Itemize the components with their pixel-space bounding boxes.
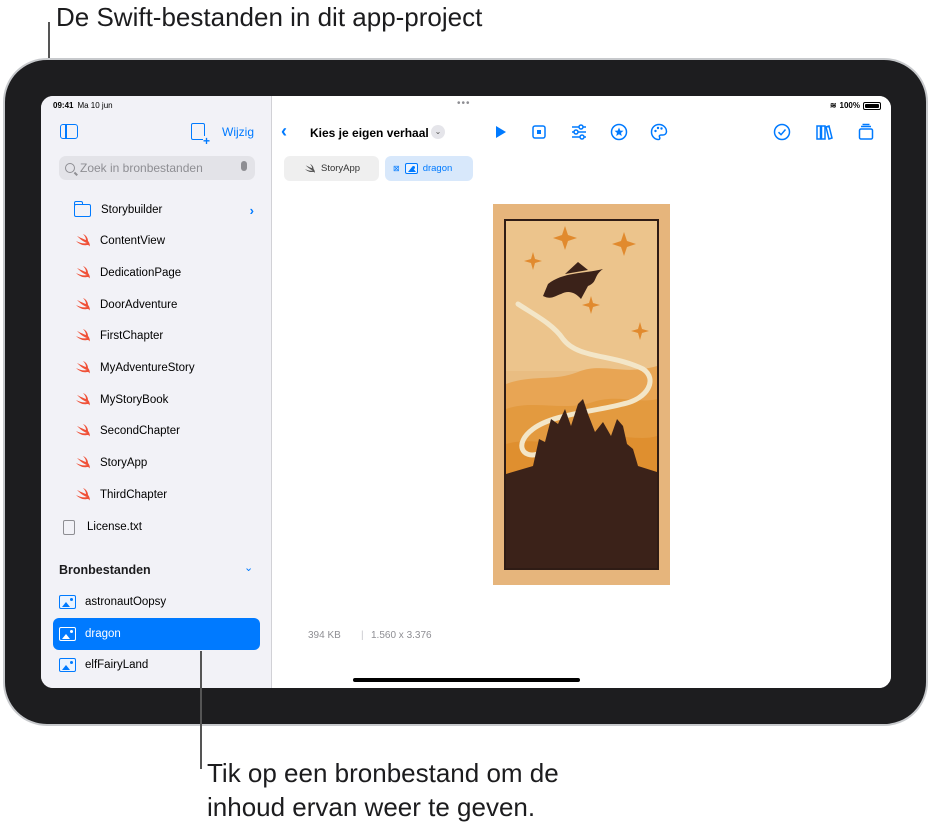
swift-file-label: FirstChapter — [100, 330, 164, 342]
resource-label: dragon — [85, 628, 121, 640]
tab-storyapp[interactable]: StoryApp — [284, 156, 379, 181]
swift-icon — [75, 329, 91, 343]
swift-file-row[interactable]: SecondChapter — [41, 415, 272, 447]
tab-close-icon[interactable]: ⊠ — [393, 164, 400, 173]
search-icon — [65, 163, 75, 173]
swift-file-label: DedicationPage — [100, 267, 182, 279]
ipad-screen: 09:41Ma 10 jun Wijzig Storybuilder › Con… — [41, 96, 891, 688]
edit-button[interactable]: Wijzig — [222, 125, 254, 139]
resource-label: astronautOopsy — [85, 596, 167, 608]
swift-icon — [304, 163, 316, 174]
title-menu-chevron-icon[interactable]: ⌄ — [431, 125, 445, 139]
star-icon[interactable] — [610, 123, 628, 141]
folder-icon — [73, 200, 91, 217]
resources-section-header[interactable]: Bronbestanden — [59, 563, 151, 577]
swift-icon — [75, 488, 91, 502]
tab-label: StoryApp — [321, 163, 361, 174]
swift-icon — [75, 456, 91, 470]
status-date: Ma 10 jun — [77, 101, 113, 110]
folder-label: Storybuilder — [101, 204, 163, 216]
swift-file-label: ThirdChapter — [100, 489, 168, 501]
swift-file-row[interactable]: MyStoryBook — [41, 384, 272, 416]
swift-file-row[interactable]: DedicationPage — [41, 257, 272, 289]
swift-file-label: StoryApp — [100, 457, 148, 469]
battery-icon — [863, 101, 881, 110]
leader-line-bottom — [200, 651, 202, 769]
swift-file-label: SecondChapter — [100, 425, 180, 437]
swift-file-row[interactable]: DoorAdventure — [41, 289, 272, 321]
swift-icon — [75, 234, 91, 248]
swift-icon — [75, 361, 91, 375]
chevron-down-icon[interactable]: ⌄ — [244, 561, 253, 574]
swift-file-row[interactable]: ThirdChapter — [41, 479, 272, 511]
file-info-separator: | — [361, 630, 364, 641]
file-dimensions: 1.560 x 3.376 — [371, 630, 432, 641]
microphone-icon[interactable] — [241, 161, 247, 171]
swift-icon — [75, 298, 91, 312]
swift-file-label: MyStoryBook — [100, 394, 169, 406]
callout-resource-tap: Tik op een bronbestand om de inhoud erva… — [207, 758, 559, 822]
swift-icon — [75, 424, 91, 438]
wifi-icon: ≋ — [829, 101, 837, 110]
file-size: 394 KB — [308, 630, 341, 641]
resource-label: elfFairyLand — [85, 659, 149, 671]
swift-file-label: ContentView — [100, 235, 165, 247]
new-file-icon[interactable] — [191, 123, 211, 146]
status-time-date: 09:41 Ma 10 jun — [53, 101, 113, 110]
stop-icon[interactable] — [530, 123, 548, 141]
swift-file-row[interactable]: MyAdventureStory — [41, 352, 272, 384]
resource-row[interactable]: elfFairyLand — [41, 649, 272, 681]
checkmark-icon[interactable] — [773, 123, 791, 141]
chevron-right-icon: › — [249, 202, 254, 218]
settings-sliders-icon[interactable] — [570, 123, 588, 141]
image-icon — [59, 595, 76, 609]
library-icon[interactable] — [815, 123, 833, 141]
callout-swift-files: De Swift-bestanden in dit app-project — [56, 2, 483, 32]
image-icon — [59, 658, 76, 672]
swift-icon — [75, 266, 91, 280]
swift-file-row[interactable]: StoryApp — [41, 447, 272, 479]
nav-title[interactable]: Kies je eigen verhaal — [310, 126, 429, 140]
dragon-image-preview — [493, 204, 670, 585]
swift-file-label: MyAdventureStory — [100, 362, 195, 374]
folder-storybuilder[interactable]: Storybuilder › — [41, 194, 272, 226]
sidebar-toggle-icon[interactable] — [60, 124, 78, 139]
search-input[interactable] — [80, 161, 230, 175]
license-file-row[interactable]: License.txt — [41, 511, 272, 543]
resource-row[interactable]: astronautOopsy — [41, 586, 272, 618]
tabs-icon[interactable] — [857, 123, 875, 141]
battery-percent: 100% — [839, 101, 860, 110]
sidebar: 09:41Ma 10 jun Wijzig Storybuilder › Con… — [41, 96, 272, 688]
status-time: 09:41 — [53, 101, 74, 110]
multitasking-dots-icon[interactable]: ••• — [457, 98, 471, 109]
document-icon — [63, 519, 75, 535]
palette-icon[interactable] — [650, 123, 668, 141]
search-field[interactable] — [59, 156, 255, 180]
back-chevron-icon[interactable]: ‹ — [281, 121, 287, 142]
tab-label: dragon — [422, 163, 453, 174]
resource-row-selected[interactable]: dragon — [53, 618, 260, 650]
swift-file-label: DoorAdventure — [100, 299, 178, 311]
status-right: ≋ 100% — [830, 101, 881, 110]
home-indicator[interactable] — [353, 678, 580, 682]
main-content: ••• ≋ 100% ‹ Kies je eigen verhaal ⌄ Sto… — [273, 96, 891, 688]
image-icon — [404, 163, 418, 174]
swift-file-row[interactable]: ContentView — [41, 225, 272, 257]
play-icon[interactable] — [491, 123, 509, 141]
image-icon — [59, 627, 76, 641]
swift-file-row[interactable]: FirstChapter — [41, 320, 272, 352]
tab-dragon[interactable]: ⊠ dragon — [385, 156, 473, 181]
license-file-label: License.txt — [87, 521, 142, 533]
swift-icon — [75, 393, 91, 407]
